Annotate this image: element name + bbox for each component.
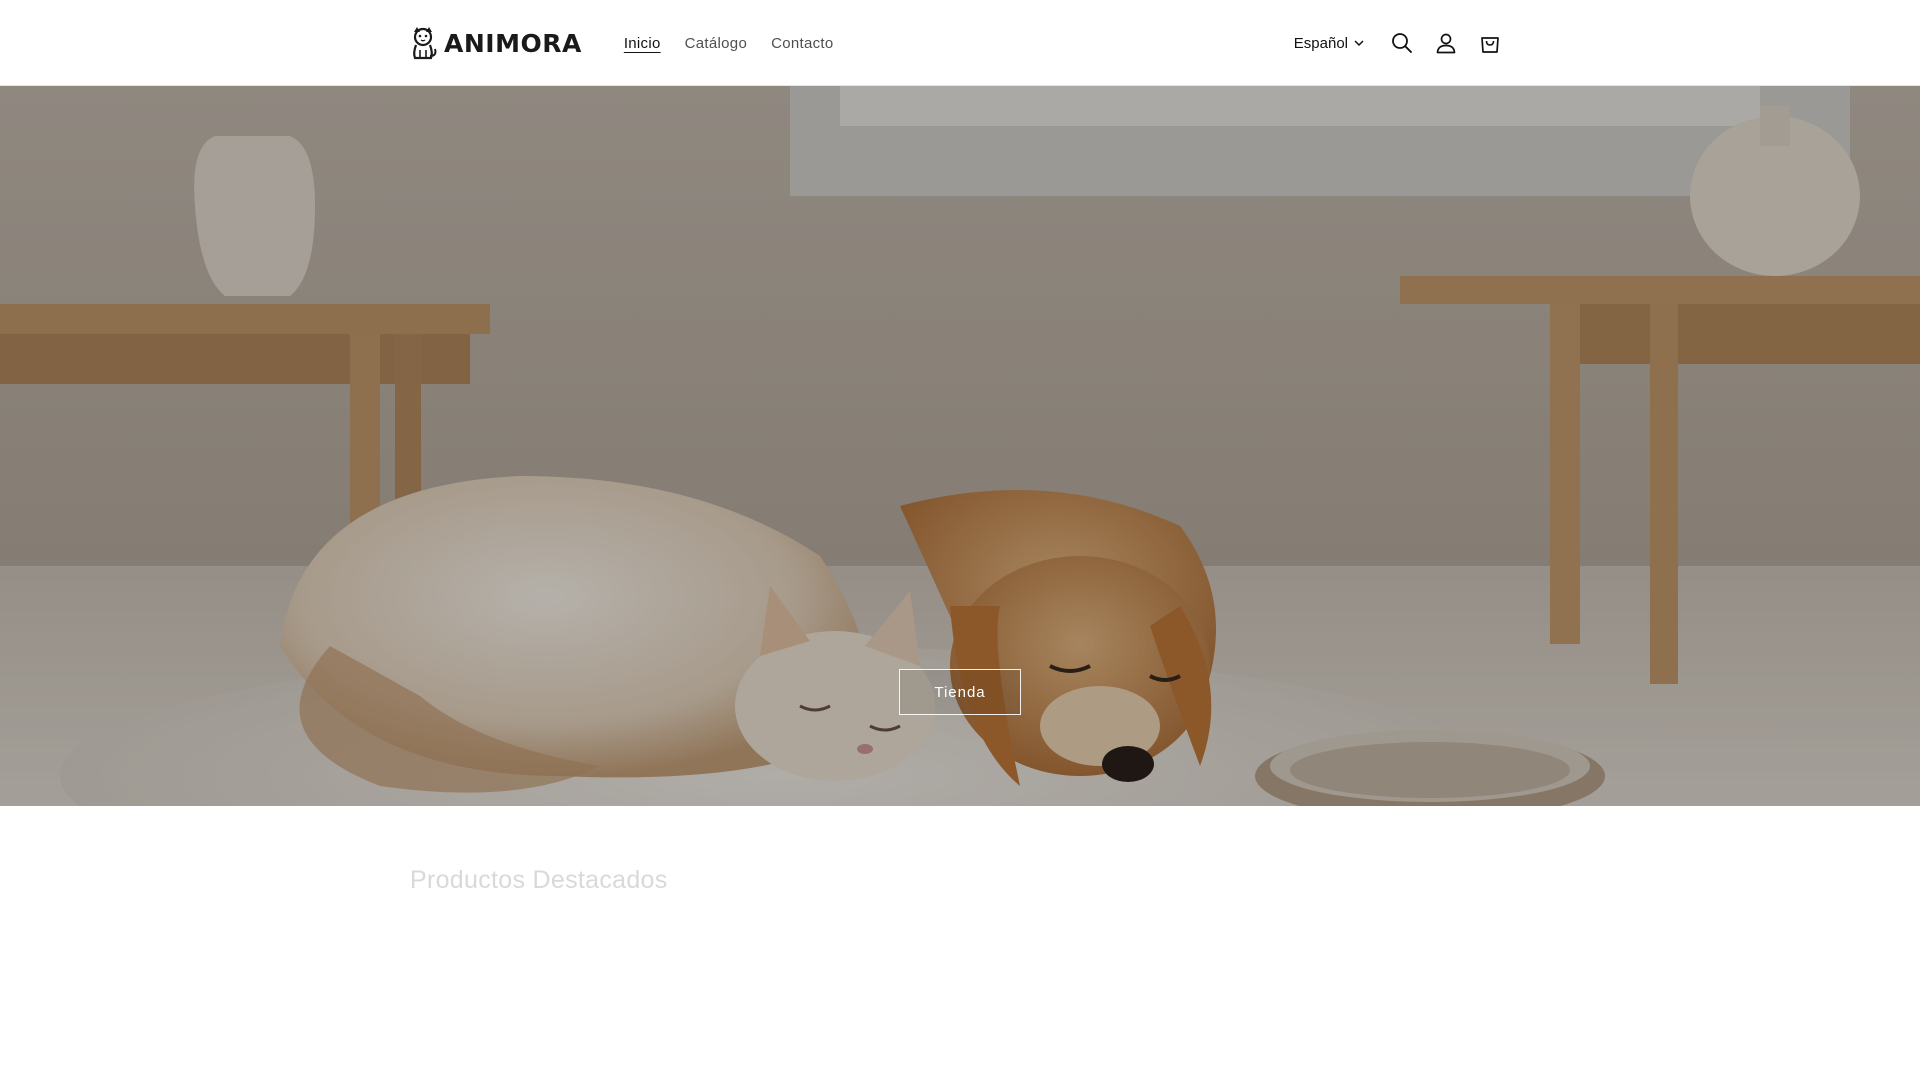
language-selector[interactable]: Español (1284, 27, 1374, 60)
featured-products-title: Productos Destacados (410, 866, 668, 894)
brand-logo[interactable]: ANIMORA (408, 26, 582, 60)
header-actions: Español (1284, 21, 1512, 65)
brand-name: ANIMORA (444, 28, 582, 58)
nav-item-catalogo[interactable]: Catálogo (673, 25, 759, 62)
site-header: ANIMORA Inicio Catálogo Contacto Español (0, 0, 1920, 86)
main-nav: Inicio Catálogo Contacto (612, 25, 846, 62)
nav-item-contacto[interactable]: Contacto (759, 25, 845, 62)
account-icon (1436, 33, 1456, 54)
search-button[interactable] (1380, 21, 1424, 65)
cat-logo-icon (413, 27, 437, 60)
search-icon (1392, 33, 1412, 53)
language-label: Español (1293, 34, 1348, 52)
shop-button[interactable]: Tienda (899, 669, 1021, 715)
cart-button[interactable] (1468, 21, 1512, 65)
hero-banner: Tienda (0, 86, 1920, 806)
cart-icon (1481, 37, 1499, 53)
account-button[interactable] (1424, 21, 1468, 65)
nav-item-inicio[interactable]: Inicio (612, 25, 673, 62)
chevron-down-icon (1354, 39, 1364, 46)
header-inner: ANIMORA Inicio Catálogo Contacto Español (408, 0, 1512, 86)
